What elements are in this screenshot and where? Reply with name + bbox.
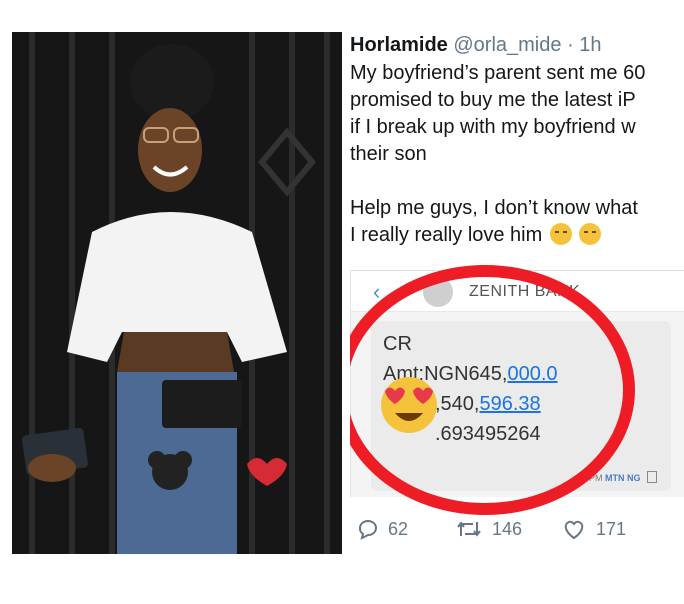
heart-icon bbox=[564, 520, 584, 540]
tweet-line: My boyfriend’s parent sent me 60 bbox=[350, 62, 646, 84]
tweet: Horlamide @orla_mide · 1h My boyfriend’s… bbox=[350, 32, 684, 554]
reply-icon bbox=[359, 520, 377, 540]
like-button[interactable]: 171 bbox=[562, 518, 626, 540]
tweet-line: promised to buy me the latest iP bbox=[350, 89, 636, 111]
tweet-time[interactable]: 1h bbox=[579, 34, 601, 56]
heart-eyes-emoji-icon bbox=[381, 377, 437, 433]
photo-woman bbox=[12, 32, 342, 554]
reply-count: 62 bbox=[388, 518, 409, 539]
sms-screenshot[interactable]: ‹ ZENITH BANK CR Amt:NGN645,000.0 ,540,5… bbox=[350, 265, 684, 515]
tweet-text: My boyfriend’s parent sent me 60 promise… bbox=[350, 60, 684, 249]
photo-illustration bbox=[12, 32, 342, 554]
sim-icon bbox=[647, 471, 657, 483]
tweet-line-with-emoji: I really really love him bbox=[350, 222, 684, 249]
tweet-line: I really really love him bbox=[350, 224, 543, 246]
retweet-button[interactable]: 146 bbox=[456, 518, 522, 540]
sad-face-icon bbox=[549, 223, 572, 245]
tweet-line: if I break up with my boyfriend w bbox=[350, 116, 636, 138]
separator: · bbox=[567, 34, 574, 56]
tweet-line: Help me guys, I don’t know what bbox=[350, 197, 638, 219]
display-name[interactable]: Horlamide bbox=[350, 34, 448, 56]
retweet-icon bbox=[457, 521, 481, 537]
reply-button[interactable]: 62 bbox=[356, 518, 408, 540]
user-handle[interactable]: @orla_mide bbox=[453, 34, 561, 56]
unamused-face-icon bbox=[579, 223, 602, 245]
tweet-line: their son bbox=[350, 143, 427, 165]
retweet-count: 146 bbox=[492, 518, 523, 539]
tweet-header: Horlamide @orla_mide · 1h bbox=[350, 32, 684, 58]
tweet-actions: 62 146 171 bbox=[350, 516, 684, 546]
like-count: 171 bbox=[596, 518, 627, 539]
carrier-name: MTN NG bbox=[604, 473, 641, 483]
